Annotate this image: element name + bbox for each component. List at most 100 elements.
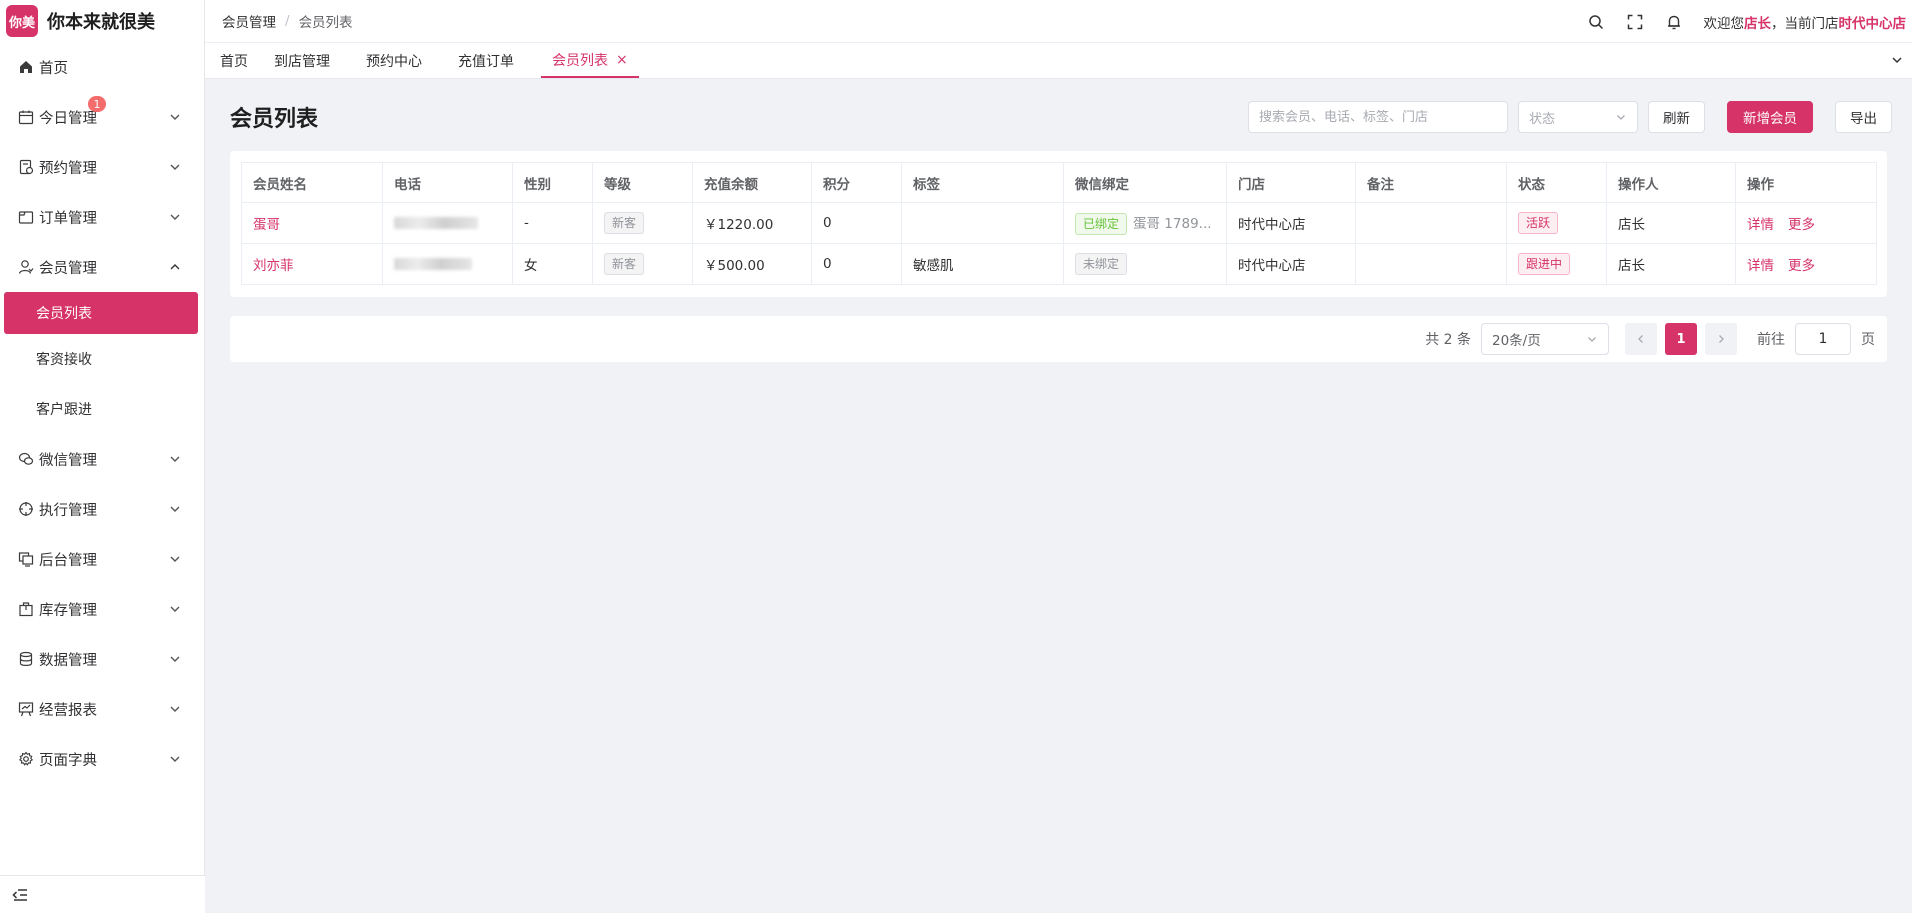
sidebar-subitem-follow-up[interactable]: 客户跟进 bbox=[0, 384, 204, 434]
goto-suffix: 页 bbox=[1861, 332, 1875, 348]
sidebar-item-backend[interactable]: 后台管理 bbox=[0, 534, 204, 584]
fullscreen-icon[interactable] bbox=[1626, 13, 1644, 31]
sidebar-item-report[interactable]: 经营报表 bbox=[0, 684, 204, 734]
member-name-link[interactable]: 蛋哥 bbox=[253, 217, 280, 233]
brand-name: 你本来就很美 bbox=[47, 12, 155, 33]
sidebar-item-inventory[interactable]: 库存管理 bbox=[0, 584, 204, 634]
chevron-down-icon bbox=[168, 602, 182, 616]
column-header: 会员姓名 bbox=[241, 162, 383, 203]
sidebar-item-today[interactable]: 今日管理 1 bbox=[0, 92, 204, 142]
close-icon[interactable]: × bbox=[616, 52, 628, 68]
page-number-current[interactable]: 1 bbox=[1665, 323, 1697, 355]
store-cell: 时代中心店 bbox=[1226, 243, 1356, 285]
column-header: 状态 bbox=[1506, 162, 1607, 203]
tab-store-visit[interactable]: 到店管理 bbox=[263, 43, 341, 78]
phone-redacted bbox=[394, 258, 472, 270]
tab-recharge-orders[interactable]: 充值订单 bbox=[447, 43, 525, 78]
more-link[interactable]: 更多 bbox=[1788, 217, 1815, 233]
page-title: 会员列表 bbox=[230, 107, 319, 132]
breadcrumb-item[interactable]: 会员管理 bbox=[222, 11, 276, 31]
sidebar-item-appointment[interactable]: 预约管理 bbox=[0, 142, 204, 192]
welcome-prefix: 欢迎您 bbox=[1703, 15, 1745, 32]
sidebar-item-label: 执行管理 bbox=[39, 502, 97, 519]
toolbar: 状态 刷新 新增会员 导出 bbox=[1248, 101, 1892, 133]
sidebar-item-order[interactable]: 订单管理 bbox=[0, 192, 204, 242]
column-header: 微信绑定 bbox=[1063, 162, 1227, 203]
sidebar-item-member[interactable]: 会员管理 bbox=[0, 242, 204, 292]
column-header: 充值余额 bbox=[692, 162, 812, 203]
next-page-button[interactable] bbox=[1705, 323, 1737, 355]
breadcrumb-separator: / bbox=[285, 13, 290, 29]
goto-page-input[interactable] bbox=[1795, 323, 1851, 355]
gender-cell: - bbox=[512, 202, 593, 244]
welcome-text: 欢迎您店长，当前门店时代中心店 bbox=[1704, 12, 1907, 32]
member-name-link[interactable]: 刘亦菲 bbox=[253, 258, 294, 274]
goto-label: 前往 bbox=[1757, 332, 1785, 348]
tab-label: 充值订单 bbox=[458, 53, 514, 70]
sidebar-item-home[interactable]: 首页 bbox=[0, 42, 204, 92]
calendar-icon bbox=[17, 108, 35, 126]
sidebar-subitem-member-list[interactable]: 会员列表 bbox=[4, 292, 198, 334]
sidebar-item-wechat[interactable]: 微信管理 bbox=[0, 434, 204, 484]
sidebar-item-label: 后台管理 bbox=[39, 552, 97, 569]
wechat-icon bbox=[17, 450, 35, 468]
sidebar-item-dictionary[interactable]: 页面字典 bbox=[0, 734, 204, 784]
more-link[interactable]: 更多 bbox=[1788, 258, 1815, 274]
sidebar-item-data[interactable]: 数据管理 bbox=[0, 634, 204, 684]
column-header: 标签 bbox=[901, 162, 1064, 203]
search-input[interactable] bbox=[1248, 101, 1508, 133]
brand-logo: 你美 bbox=[6, 5, 38, 37]
sidebar-collapse-button[interactable] bbox=[0, 875, 205, 913]
user-icon bbox=[17, 258, 35, 276]
search-icon[interactable] bbox=[1587, 13, 1605, 31]
current-user[interactable]: 店长 bbox=[1744, 16, 1771, 32]
current-store[interactable]: 时代中心店 bbox=[1839, 16, 1907, 32]
chevron-down-icon bbox=[168, 210, 182, 224]
pagination: 共 2 条 20条/页 1 前往 页 bbox=[1425, 323, 1875, 355]
sidebar-subitem-lead-receive[interactable]: 客资接收 bbox=[0, 334, 204, 384]
status-select[interactable]: 状态 bbox=[1518, 101, 1638, 133]
chevron-down-icon[interactable] bbox=[1890, 53, 1904, 67]
sidebar-item-label: 数据管理 bbox=[39, 652, 97, 669]
tab-home[interactable]: 首页 bbox=[209, 43, 259, 78]
sidebar-item-label: 首页 bbox=[39, 60, 68, 77]
prev-page-button[interactable] bbox=[1625, 323, 1657, 355]
sidebar-item-execution[interactable]: 执行管理 bbox=[0, 484, 204, 534]
total-count: 共 2 条 bbox=[1425, 332, 1471, 348]
order-icon bbox=[17, 208, 35, 226]
wechat-status-tag: 已绑定 bbox=[1075, 212, 1128, 235]
points-cell: 0 bbox=[811, 243, 902, 285]
box-icon bbox=[17, 600, 35, 618]
chevron-down-icon bbox=[168, 452, 182, 466]
breadcrumb-current: 会员列表 bbox=[298, 15, 353, 31]
detail-link[interactable]: 详情 bbox=[1747, 258, 1774, 274]
bell-icon[interactable] bbox=[1665, 13, 1683, 31]
sidebar-menu: 首页 今日管理 1 预约管理 订单管理 会员管理 会员列表 客资接收 客户跟进 … bbox=[0, 42, 204, 784]
note-cell bbox=[1355, 243, 1507, 285]
level-tag: 新客 bbox=[604, 212, 645, 234]
goto-page: 前往 页 bbox=[1757, 323, 1875, 355]
add-member-button[interactable]: 新增会员 bbox=[1727, 101, 1813, 133]
brand: 你美 你本来就很美 bbox=[0, 0, 204, 42]
operator-cell: 店长 bbox=[1606, 202, 1736, 244]
page-size-select[interactable]: 20条/页 bbox=[1481, 323, 1609, 355]
points-cell: 0 bbox=[811, 202, 902, 244]
chevron-down-icon bbox=[168, 752, 182, 766]
column-header: 门店 bbox=[1226, 162, 1356, 203]
tag-cell: 敏感肌 bbox=[901, 243, 1064, 285]
export-button[interactable]: 导出 bbox=[1835, 101, 1892, 133]
tab-appointment-center[interactable]: 预约中心 bbox=[355, 43, 433, 78]
chevron-right-icon bbox=[1716, 334, 1726, 344]
chevron-down-icon bbox=[168, 652, 182, 666]
target-icon bbox=[17, 500, 35, 518]
tab-member-list[interactable]: 会员列表 × bbox=[541, 43, 639, 78]
balance-cell: ￥500.00 bbox=[692, 243, 812, 285]
detail-link[interactable]: 详情 bbox=[1747, 217, 1774, 233]
chevron-down-icon bbox=[168, 110, 182, 124]
chevron-down-icon bbox=[168, 702, 182, 716]
refresh-button[interactable]: 刷新 bbox=[1648, 101, 1705, 133]
chevron-down-icon bbox=[1586, 333, 1598, 345]
report-icon bbox=[17, 700, 35, 718]
operator-cell: 店长 bbox=[1606, 243, 1736, 285]
status-tag: 跟进中 bbox=[1518, 253, 1571, 275]
